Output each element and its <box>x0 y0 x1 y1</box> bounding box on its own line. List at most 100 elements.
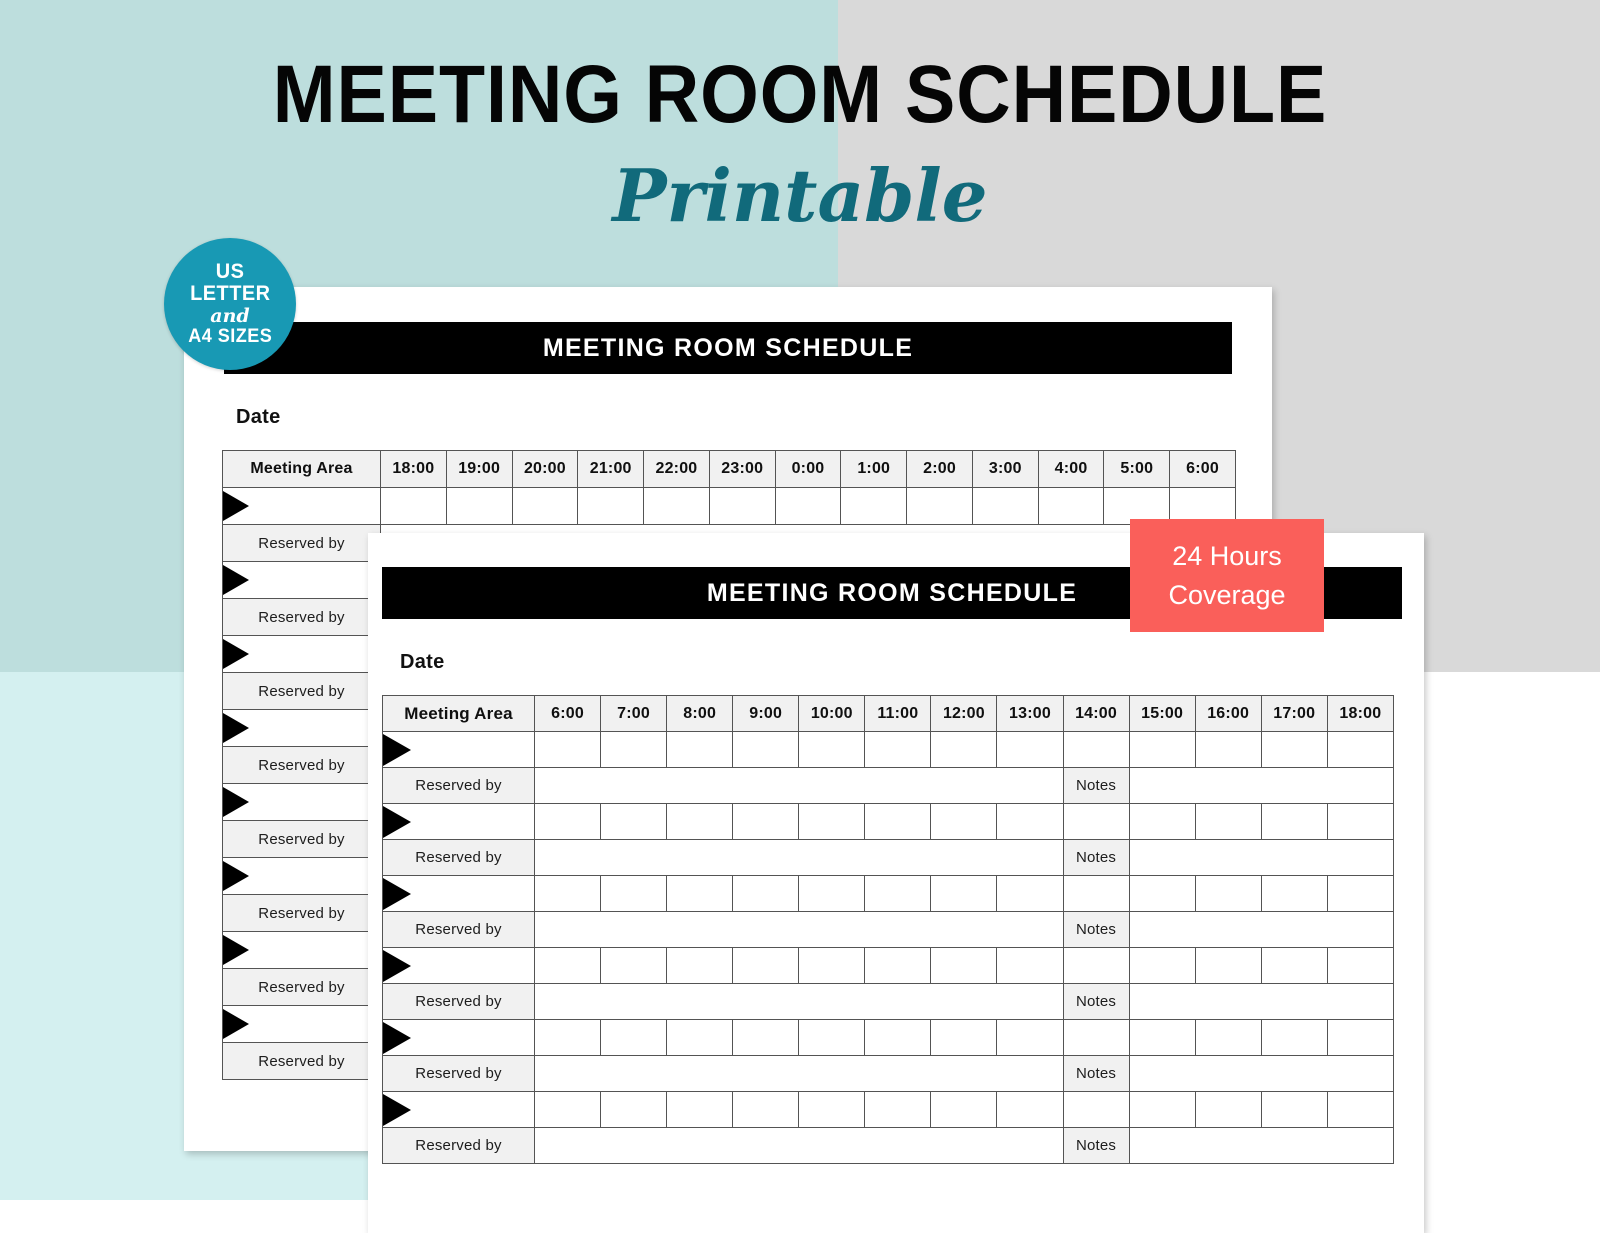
time-slot-cell[interactable] <box>533 1019 602 1056</box>
time-slot-cell[interactable] <box>600 803 668 840</box>
time-slot-cell[interactable] <box>798 947 866 984</box>
reserved-by-input-cell[interactable] <box>534 1055 1064 1092</box>
time-slot-cell[interactable] <box>1062 1019 1130 1056</box>
meeting-area-row[interactable] <box>382 875 1395 912</box>
reserved-by-input-cell[interactable] <box>534 767 1064 804</box>
time-slot-cell[interactable] <box>732 731 800 768</box>
time-slot-cell[interactable] <box>1260 947 1328 984</box>
time-slot-cell[interactable] <box>1062 947 1130 984</box>
time-slot-cell[interactable] <box>1062 875 1130 912</box>
time-slot-cell[interactable] <box>1062 803 1130 840</box>
time-slot-cell[interactable] <box>798 731 866 768</box>
time-slot-cell[interactable] <box>1326 1091 1395 1128</box>
reserved-by-input-cell[interactable] <box>534 1127 1064 1164</box>
time-slot-cell[interactable] <box>708 487 776 525</box>
meeting-area-row[interactable] <box>382 731 1395 768</box>
time-slot-cell[interactable] <box>864 875 932 912</box>
time-slot-cell[interactable] <box>996 803 1064 840</box>
time-slot-cell[interactable] <box>1128 803 1196 840</box>
reserved-by-input-cell[interactable] <box>534 983 1064 1020</box>
time-slot-cell[interactable] <box>930 1091 998 1128</box>
time-slot-cell[interactable] <box>798 875 866 912</box>
time-slot-cell[interactable] <box>511 487 579 525</box>
meeting-area-input-cell[interactable] <box>382 731 535 768</box>
reserved-by-row[interactable]: Reserved by Notes <box>382 983 1395 1020</box>
time-slot-cell[interactable] <box>666 1091 734 1128</box>
reserved-by-row[interactable]: Reserved by Notes <box>382 1055 1395 1092</box>
notes-input-cell[interactable] <box>1128 767 1395 804</box>
reserved-by-row[interactable]: Reserved by Notes <box>382 767 1395 804</box>
meeting-area-input-cell[interactable] <box>382 1091 535 1128</box>
time-slot-cell[interactable] <box>1128 875 1196 912</box>
time-slot-cell[interactable] <box>930 947 998 984</box>
time-slot-cell[interactable] <box>643 487 710 525</box>
time-slot-cell[interactable] <box>774 487 842 525</box>
time-slot-cell[interactable] <box>1062 731 1130 768</box>
time-slot-cell[interactable] <box>996 1019 1064 1056</box>
time-slot-cell[interactable] <box>1326 731 1395 768</box>
meeting-area-input-cell[interactable] <box>222 783 381 821</box>
time-slot-cell[interactable] <box>1194 875 1262 912</box>
meeting-area-input-cell[interactable] <box>222 857 381 895</box>
time-slot-cell[interactable] <box>1128 1019 1196 1056</box>
time-slot-cell[interactable] <box>533 803 602 840</box>
meeting-area-row[interactable] <box>222 487 1236 525</box>
time-slot-cell[interactable] <box>1128 947 1196 984</box>
time-slot-cell[interactable] <box>864 731 932 768</box>
time-slot-cell[interactable] <box>1326 803 1395 840</box>
time-slot-cell[interactable] <box>971 487 1039 525</box>
time-slot-cell[interactable] <box>864 803 932 840</box>
time-slot-cell[interactable] <box>1194 1019 1262 1056</box>
time-slot-cell[interactable] <box>1128 731 1196 768</box>
reserved-by-row[interactable]: Reserved by Notes <box>382 839 1395 876</box>
time-slot-cell[interactable] <box>1260 803 1328 840</box>
time-slot-cell[interactable] <box>533 1091 602 1128</box>
meeting-area-input-cell[interactable] <box>222 561 381 599</box>
notes-input-cell[interactable] <box>1128 1055 1395 1092</box>
time-slot-cell[interactable] <box>798 1019 866 1056</box>
time-slot-cell[interactable] <box>666 731 734 768</box>
time-slot-cell[interactable] <box>1260 731 1328 768</box>
time-slot-cell[interactable] <box>732 875 800 912</box>
time-slot-cell[interactable] <box>798 1091 866 1128</box>
meeting-area-input-cell[interactable] <box>382 875 535 912</box>
time-slot-cell[interactable] <box>666 875 734 912</box>
meeting-area-row[interactable] <box>382 947 1395 984</box>
meeting-area-input-cell[interactable] <box>222 487 381 525</box>
time-slot-cell[interactable] <box>1260 1019 1328 1056</box>
time-slot-cell[interactable] <box>600 1019 668 1056</box>
time-slot-cell[interactable] <box>666 947 734 984</box>
time-slot-cell[interactable] <box>930 731 998 768</box>
time-slot-cell[interactable] <box>1128 1091 1196 1128</box>
reserved-by-row[interactable]: Reserved by Notes <box>382 911 1395 948</box>
time-slot-cell[interactable] <box>996 875 1064 912</box>
time-slot-cell[interactable] <box>600 1091 668 1128</box>
meeting-area-row[interactable] <box>382 803 1395 840</box>
time-slot-cell[interactable] <box>600 731 668 768</box>
time-slot-cell[interactable] <box>732 1091 800 1128</box>
time-slot-cell[interactable] <box>666 1019 734 1056</box>
notes-input-cell[interactable] <box>1128 911 1395 948</box>
time-slot-cell[interactable] <box>533 731 602 768</box>
time-slot-cell[interactable] <box>732 947 800 984</box>
time-slot-cell[interactable] <box>380 487 447 525</box>
meeting-area-input-cell[interactable] <box>222 635 381 673</box>
time-slot-cell[interactable] <box>533 947 602 984</box>
time-slot-cell[interactable] <box>906 487 973 525</box>
meeting-area-row[interactable] <box>382 1019 1395 1056</box>
time-slot-cell[interactable] <box>600 875 668 912</box>
time-slot-cell[interactable] <box>445 487 513 525</box>
meeting-area-input-cell[interactable] <box>382 947 535 984</box>
time-slot-cell[interactable] <box>1194 1091 1262 1128</box>
time-slot-cell[interactable] <box>1194 947 1262 984</box>
meeting-area-input-cell[interactable] <box>222 1005 381 1043</box>
notes-input-cell[interactable] <box>1128 1127 1395 1164</box>
time-slot-cell[interactable] <box>930 803 998 840</box>
meeting-area-input-cell[interactable] <box>382 803 535 840</box>
time-slot-cell[interactable] <box>840 487 908 525</box>
meeting-area-input-cell[interactable] <box>222 709 381 747</box>
time-slot-cell[interactable] <box>798 803 866 840</box>
reserved-by-input-cell[interactable] <box>534 839 1064 876</box>
time-slot-cell[interactable] <box>864 1091 932 1128</box>
time-slot-cell[interactable] <box>1194 803 1262 840</box>
